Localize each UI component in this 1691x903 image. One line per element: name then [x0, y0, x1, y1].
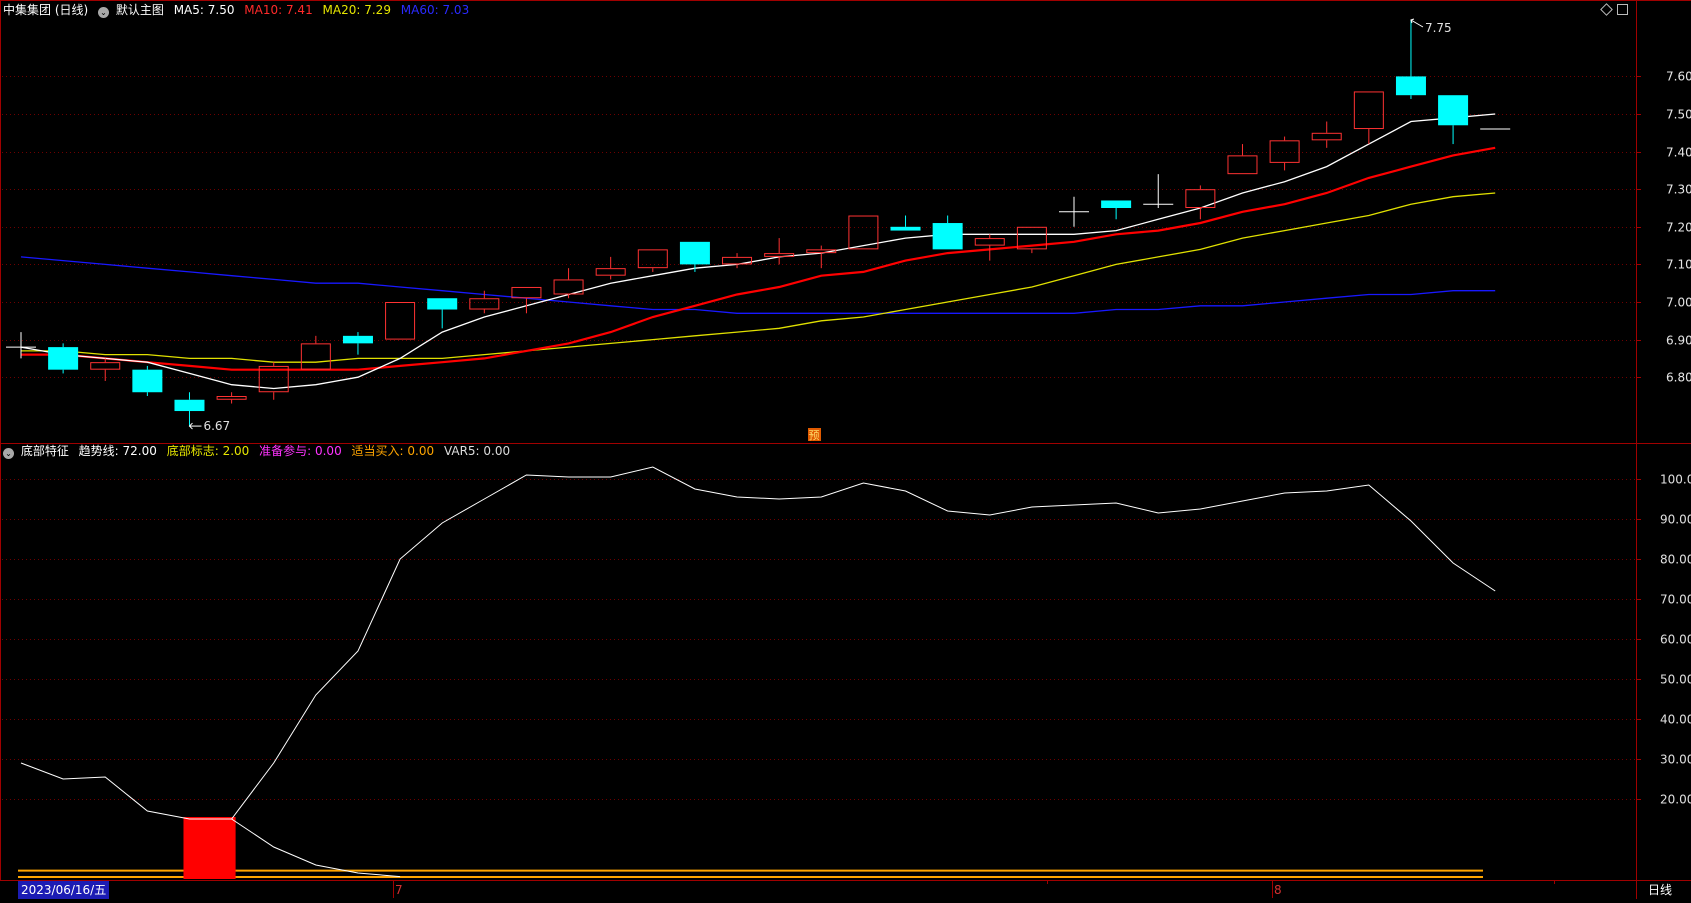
price-tick-label: 7.00	[1666, 296, 1691, 310]
price-tick-label: 6.80	[1666, 371, 1691, 385]
sub-header: ⌄ 底部特征 趋势线: 72.00 底部标志: 2.00 准备参与: 0.00 …	[3, 442, 516, 460]
candle-body[interactable]	[216, 396, 247, 400]
ma20-line	[21, 192, 1496, 363]
indicator-tick-label: 20.00	[1660, 793, 1691, 807]
candle-body[interactable]	[932, 223, 963, 250]
price-tick-label: 7.40	[1666, 146, 1691, 160]
indicator-tick-label: 40.00	[1660, 713, 1691, 727]
ma5-value: MA5: 7.50	[173, 3, 235, 17]
indicator-tick-label: 30.00	[1660, 753, 1691, 767]
candle-body[interactable]	[1227, 155, 1258, 175]
candle-body[interactable]	[342, 335, 373, 344]
candle-body[interactable]	[132, 369, 163, 393]
price-tick-label: 7.50	[1666, 108, 1691, 122]
bottom-flag-value: 底部标志: 2.00	[166, 444, 250, 458]
candle-body[interactable]	[595, 268, 626, 276]
stock-name[interactable]: 中集集团 (日线)	[3, 3, 88, 17]
buy-value: 适当买入: 0.00	[351, 444, 435, 458]
candle-body[interactable]	[974, 238, 1005, 246]
candle-body[interactable]	[48, 347, 79, 370]
indicator-selector[interactable]: ⌄ 底部特征	[3, 444, 73, 459]
candle-body[interactable]	[174, 399, 205, 412]
trend-line-decay	[231, 818, 401, 878]
price-tick-label: 7.30	[1666, 183, 1691, 197]
candle-body[interactable]	[764, 253, 795, 257]
price-tick-label: 7.20	[1666, 221, 1691, 235]
price-tick-label: 6.90	[1666, 334, 1691, 348]
candle-body[interactable]	[1353, 91, 1384, 130]
month-label-7: 7	[395, 883, 403, 897]
prepare-value: 准备参与: 0.00	[259, 444, 342, 458]
indicator-tick-label: 50.00	[1660, 673, 1691, 687]
bottom-flag-bar	[183, 817, 236, 879]
candle-body[interactable]	[300, 343, 331, 370]
high-price-label: 7.75	[1425, 21, 1452, 35]
forecast-badge-label: 预	[809, 429, 820, 442]
candle-body[interactable]	[427, 298, 458, 310]
high-marker-arrow	[1410, 19, 1424, 28]
indicator-tick-label: 100.00	[1660, 473, 1691, 487]
template-label: 默认主图	[115, 3, 164, 17]
indicator-tick-label: 70.00	[1660, 593, 1691, 607]
month-label-8: 8	[1274, 883, 1282, 897]
candle-body[interactable]	[890, 226, 921, 231]
ma60-value: MA60: 7.03	[400, 3, 470, 17]
date-cursor-label: 2023/06/16/五	[18, 881, 110, 899]
candle-body[interactable]	[385, 302, 416, 340]
ma60-line	[20, 256, 1496, 314]
candle-body[interactable]	[1395, 76, 1426, 96]
ma20-value: MA20: 7.29	[322, 3, 391, 17]
low-price-label: 6.67	[203, 419, 230, 433]
circle-chevron-icon: ⌄	[3, 448, 14, 459]
template-selector[interactable]: ⌄ 默认主图	[98, 3, 168, 18]
candle-body[interactable]	[90, 362, 121, 370]
candle-body[interactable]	[1269, 140, 1300, 163]
period-button[interactable]: 日线	[1648, 881, 1672, 899]
candle-body[interactable]	[511, 286, 542, 299]
price-tick-label: 7.60	[1666, 70, 1691, 84]
price-tick-label: 7.10	[1666, 258, 1691, 272]
indicator-tick-label: 80.00	[1660, 553, 1691, 567]
ma10-value: MA10: 7.41	[244, 3, 313, 17]
var5-value: VAR5: 0.00	[443, 444, 511, 458]
candle-body[interactable]	[1311, 132, 1342, 141]
ma5-line	[20, 113, 1496, 390]
main-header: 中集集团 (日线) ⌄ 默认主图 MA5: 7.50 MA10: 7.41 MA…	[3, 1, 475, 19]
candle-body[interactable]	[1101, 200, 1132, 208]
indicator-tick-label: 60.00	[1660, 633, 1691, 647]
circle-chevron-icon: ⌄	[98, 7, 110, 18]
candle-body[interactable]	[469, 298, 500, 310]
ma10-line	[21, 146, 1496, 371]
indicator-tick-label: 90.00	[1660, 513, 1691, 527]
restore-icon[interactable]	[1617, 4, 1628, 15]
indicator-name: 底部特征	[20, 444, 69, 458]
trend-value: 趋势线: 72.00	[78, 444, 157, 458]
candle-body[interactable]	[1438, 95, 1469, 126]
candle-body[interactable]	[679, 241, 710, 265]
